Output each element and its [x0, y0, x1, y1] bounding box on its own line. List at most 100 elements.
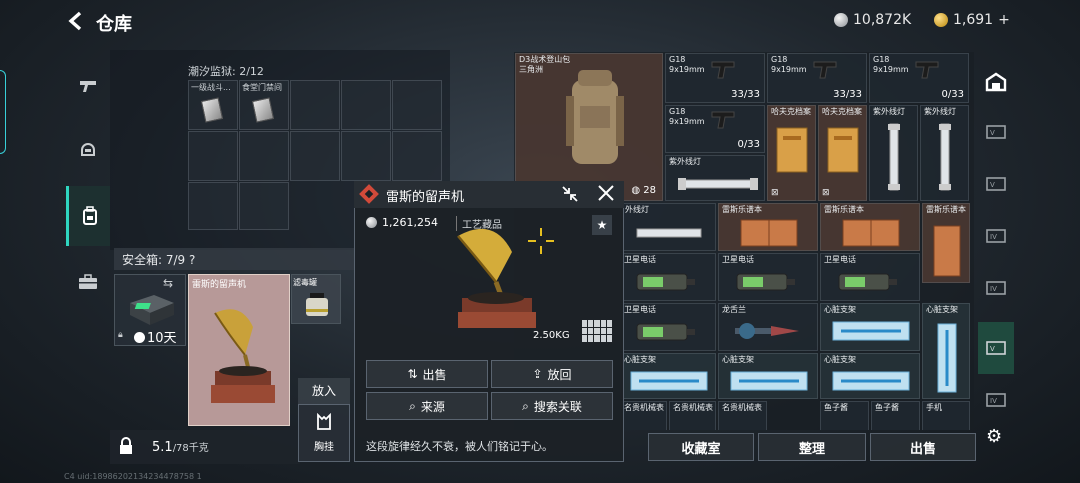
sat-phone-item[interactable]: 卫星电话: [718, 253, 818, 301]
heart-stent-icon: [832, 371, 910, 391]
pistol-item[interactable]: G18 9x19mm 33/33: [767, 53, 867, 103]
sat-phone-item[interactable]: 卫星电话: [620, 253, 716, 301]
storage-tab-6[interactable]: IV: [978, 378, 1014, 422]
lock-icon: 🔒︎: [118, 330, 123, 340]
svg-text:V: V: [990, 181, 995, 189]
backpack-small-icon: ◍: [631, 185, 644, 196]
agave-item[interactable]: 龙舌兰: [718, 303, 818, 351]
safebox-time: 10天: [134, 327, 177, 346]
upload-icon: ⇪: [532, 367, 543, 381]
right-nav: V V IV IV V IV: [978, 52, 1014, 430]
storage-box-icon: V: [986, 177, 1006, 191]
uv-lamp-item[interactable]: 外线灯: [620, 203, 716, 251]
warehouse-home-tab[interactable]: [978, 60, 1014, 104]
svg-text:IV: IV: [990, 233, 997, 241]
nav-briefcase[interactable]: [66, 252, 110, 312]
pistol-item[interactable]: G18 9x19mm 0/33: [665, 105, 765, 153]
close-icon[interactable]: [596, 183, 616, 208]
chest-rig-button[interactable]: 胸挂: [298, 404, 350, 462]
storage-box-icon: IV: [986, 229, 1006, 243]
return-button[interactable]: ⇪ 放回: [491, 360, 613, 388]
music-book-icon: [842, 219, 900, 247]
collection-room-button[interactable]: 收藏室: [648, 433, 754, 461]
search-related-button[interactable]: ⌕ 搜索关联: [491, 392, 613, 420]
collapse-icon[interactable]: [560, 185, 580, 207]
heart-stent-item[interactable]: 心脏支架: [820, 303, 920, 351]
container-slot-5[interactable]: [392, 80, 442, 130]
nav-armor[interactable]: [66, 120, 110, 180]
pistol-item[interactable]: G18 9x19mm 33/33: [665, 53, 765, 103]
swap-icon[interactable]: ⇆: [163, 276, 173, 290]
source-button[interactable]: ⌕ 来源: [366, 392, 488, 420]
storage-tab-4[interactable]: IV: [978, 266, 1014, 310]
container-slot-11[interactable]: [188, 182, 238, 230]
gramophone-item[interactable]: [188, 274, 290, 426]
storage-tab-2[interactable]: V: [978, 162, 1014, 206]
settings-gear-icon[interactable]: ⚙: [986, 426, 1002, 447]
sat-phone-item[interactable]: 卫星电话: [820, 253, 920, 301]
heart-stent-item[interactable]: 心脏支架: [922, 303, 970, 399]
caviar-item[interactable]: 鱼子酱: [871, 401, 920, 430]
sat-phone-icon: [838, 273, 897, 291]
file-item[interactable]: 哈夫克档案 ⊠: [818, 105, 867, 201]
container-slot-9[interactable]: [341, 131, 391, 181]
popup-title: 雷斯的留声机: [386, 190, 465, 205]
favorite-star-icon[interactable]: ★: [592, 215, 612, 235]
container-slot-7[interactable]: [239, 131, 289, 181]
storage-tab-5[interactable]: V: [978, 322, 1014, 374]
uv-lamp-item[interactable]: 紫外线灯: [869, 105, 918, 201]
uv-lamp-icon: [678, 178, 758, 190]
container-slot-12[interactable]: [239, 182, 289, 230]
uv-lamp-icon: [939, 123, 951, 191]
briefcase-icon: [79, 274, 97, 289]
watch-item[interactable]: 名贵机械表: [620, 401, 667, 430]
storage-tab-1[interactable]: V: [978, 110, 1014, 154]
silver-amount: 10,872K: [853, 12, 912, 28]
silver-coin-icon: [366, 217, 377, 228]
add-gold-button[interactable]: +: [998, 12, 1010, 28]
pistol-icon: [711, 61, 735, 79]
backpack-icon: [82, 206, 97, 225]
pistol-icon: [711, 111, 735, 129]
gold-currency[interactable]: 1,691 +: [934, 12, 1010, 28]
container-slot-1[interactable]: 一级战斗...: [188, 80, 238, 130]
pistol-icon: [80, 81, 96, 92]
container-slot-4[interactable]: [341, 80, 391, 130]
container-slot-8[interactable]: [290, 131, 340, 181]
sell-button[interactable]: ⇅ 出售: [366, 360, 488, 388]
music-book-item[interactable]: 雷斯乐谱本: [922, 203, 970, 283]
watch-item[interactable]: 名贵机械表: [718, 401, 767, 430]
storage-tab-3[interactable]: IV: [978, 214, 1014, 258]
container-slot-10[interactable]: [392, 131, 442, 181]
container-slot-2[interactable]: 食堂门禁间: [239, 80, 289, 130]
helmet-icon: [81, 143, 95, 156]
music-book-item[interactable]: 雷斯乐谱本: [820, 203, 920, 251]
gramophone-icon: [211, 309, 275, 403]
nav-backpack[interactable]: [66, 186, 110, 246]
music-book-item[interactable]: 雷斯乐谱本: [718, 203, 818, 251]
storage-box-icon: IV: [986, 393, 1006, 407]
back-button[interactable]: [66, 10, 88, 32]
container-slot-6[interactable]: [188, 131, 238, 181]
sat-phone-item[interactable]: 卫星电话: [620, 303, 716, 351]
pistol-item[interactable]: G18 9x19mm 0/33: [869, 53, 969, 103]
heart-stent-item[interactable]: 心脏支架: [820, 353, 920, 399]
heart-stent-item[interactable]: 心脏支架: [620, 353, 716, 399]
uv-lamp-item[interactable]: 紫外线灯: [665, 155, 765, 201]
file-item[interactable]: 哈夫克档案 ⊠: [767, 105, 816, 201]
nav-weapon[interactable]: [66, 56, 110, 116]
safebox-label[interactable]: 安全箱: 7/9 ?: [114, 248, 354, 270]
sell-all-button[interactable]: 出售: [870, 433, 976, 461]
backpack-item[interactable]: D3战术登山包 三角洲 ◍ 28: [515, 53, 663, 201]
safebox-icon: [130, 295, 174, 325]
watch-item[interactable]: 名贵机械表: [669, 401, 716, 430]
filter-item-label: 滤毒罐: [293, 278, 317, 287]
heart-stent-icon: [832, 321, 910, 341]
phone-item[interactable]: 手机: [922, 401, 970, 430]
organize-button[interactable]: 整理: [758, 433, 866, 461]
caviar-item[interactable]: 鱼子酱: [820, 401, 869, 430]
uv-lamp-item[interactable]: 紫外线灯: [920, 105, 969, 201]
sat-phone-icon: [736, 273, 795, 291]
container-slot-3[interactable]: [290, 80, 340, 130]
heart-stent-item[interactable]: 心脏支架: [718, 353, 818, 399]
